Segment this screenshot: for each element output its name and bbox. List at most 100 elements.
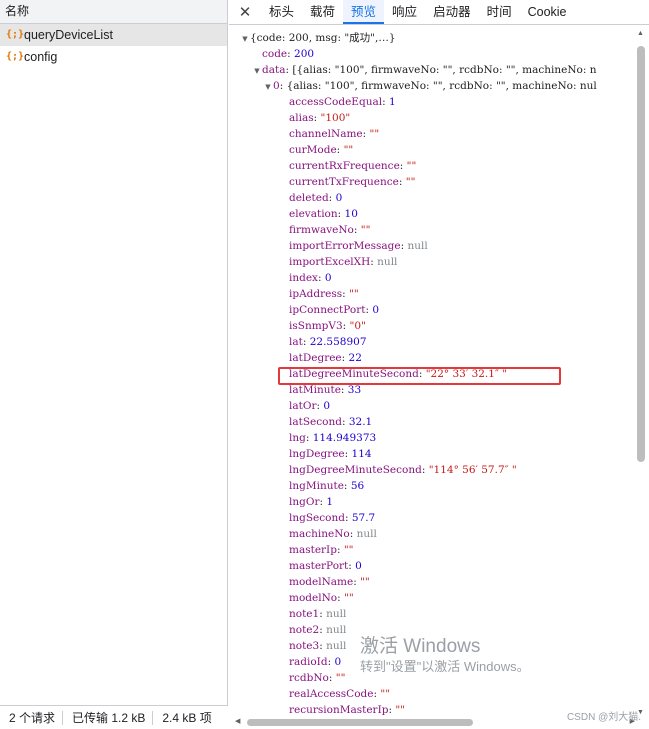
json-key: currentRxFrequence [289, 160, 400, 172]
detail-pane: ✕ 标头 载荷 预览 响应 启动器 时间 Cookie ▼ {code: 200,… [229, 0, 649, 729]
json-key: channelName [289, 128, 363, 140]
json-key: rcdbNo [289, 672, 329, 684]
json-key: modelNo [289, 592, 338, 604]
request-name: queryDeviceList [24, 28, 113, 42]
csdn-watermark: CSDN @刘大猫. [566, 712, 641, 723]
json-field-row: latSecond: 32.1 [289, 416, 373, 428]
json-value: "" [360, 224, 371, 236]
json-row-code: code: 200 [262, 48, 315, 60]
json-field-row: lngSecond: 57.7 [289, 512, 376, 524]
json-value: null [326, 640, 347, 652]
detail-tab-bar: ✕ 标头 载荷 预览 响应 启动器 时间 Cookie [229, 0, 649, 25]
json-field-row: currentTxFrequence: "" [289, 176, 416, 188]
json-value: null [377, 256, 398, 268]
tab-payload[interactable]: 载荷 [302, 0, 343, 24]
request-name: config [24, 50, 58, 64]
expand-triangle-icon[interactable]: ▼ [252, 63, 262, 79]
json-key: latOr [289, 400, 317, 412]
json-key: lngSecond [289, 512, 345, 524]
json-value: null [407, 240, 428, 252]
json-field-row: masterIp: "" [289, 544, 354, 556]
json-value: "" [349, 288, 359, 300]
json-value: "" [343, 144, 354, 156]
json-key: index [289, 272, 318, 284]
json-value: 0 [372, 304, 380, 316]
scroll-up-arrow-icon[interactable]: ▲ [637, 30, 644, 37]
json-key: data [262, 64, 286, 76]
json-field-row: isSnmpV3: "0" [289, 320, 366, 332]
json-value: null [326, 624, 347, 636]
json-field-row: note2: null [289, 624, 347, 636]
json-field-row: lngDegreeMinuteSecond: "114° 56′ 57.7″ " [289, 464, 517, 476]
json-field-row: lat: 22.558907 [289, 336, 367, 348]
json-field-row: firmwaveNo: "" [289, 224, 371, 236]
scroll-left-arrow-icon[interactable]: ◀ [235, 717, 240, 725]
json-value: "" [369, 128, 380, 140]
tab-initiator[interactable]: 启动器 [425, 0, 479, 24]
json-root-row[interactable]: ▼ {code: 200, msg: "成功",…} [229, 30, 635, 46]
json-key: lngDegreeMinuteSecond [289, 464, 422, 476]
request-item-querydevicelist[interactable]: {;} queryDeviceList [0, 24, 227, 46]
scrollbar-thumb[interactable] [247, 719, 473, 726]
json-field-row: note3: null [289, 640, 347, 652]
json-value: 33 [347, 384, 362, 396]
json-key: recursionMasterIp [289, 704, 389, 716]
json-field-row: modelNo: "" [289, 592, 354, 604]
json-field-row: currentRxFrequence: "" [289, 160, 417, 172]
name-column-header[interactable]: 名称 [0, 0, 227, 24]
json-value: "100" [320, 112, 351, 124]
json-key: latMinute [289, 384, 341, 396]
json-file-icon: {;} [6, 51, 25, 62]
json-field-row: deleted: 0 [289, 192, 343, 204]
json-key: isSnmpV3 [289, 320, 343, 332]
json-value: "" [380, 688, 391, 700]
tab-timing[interactable]: 时间 [479, 0, 520, 24]
json-row-item-0[interactable]: ▼ 0: {alias: "100", firmwaveNo: "", rcdbN… [229, 78, 635, 94]
request-list: {;} queryDeviceList {;} config [0, 24, 227, 68]
json-key: deleted [289, 192, 329, 204]
json-field-row: rcdbNo: "" [289, 672, 346, 684]
json-value: 0 [335, 192, 343, 204]
close-icon[interactable]: ✕ [229, 0, 261, 24]
json-field-row: lng: 114.949373 [289, 432, 377, 444]
json-row-data[interactable]: ▼ data: [{alias: "100", firmwaveNo: "", r… [229, 62, 635, 78]
json-value: 1 [388, 96, 396, 108]
json-key: machineNo [289, 528, 350, 540]
json-value: null [326, 608, 347, 620]
json-key: note1 [289, 608, 320, 620]
json-key: 0 [273, 80, 280, 92]
tab-preview[interactable]: 预览 [343, 0, 385, 24]
json-key: importExcelXH [289, 256, 371, 268]
json-field-row: curMode: "" [289, 144, 354, 156]
json-value: 114.949373 [312, 432, 377, 444]
json-key: masterPort [289, 560, 349, 572]
expand-triangle-icon[interactable]: ▼ [240, 31, 250, 47]
request-item-config[interactable]: {;} config [0, 46, 227, 68]
json-key: lng [289, 432, 306, 444]
json-key: radioId [289, 656, 328, 668]
json-value: 200 [294, 48, 315, 60]
json-field-row: index: 0 [289, 272, 332, 284]
json-value: null [356, 528, 377, 540]
json-value: 114 [351, 448, 372, 460]
vertical-scrollbar[interactable]: ▲ ▼ [636, 30, 646, 716]
json-value: 0 [355, 560, 362, 572]
json-field-row: accessCodeEqual: 1 [289, 96, 396, 108]
tab-cookies[interactable]: Cookie [520, 0, 575, 24]
tab-headers[interactable]: 标头 [261, 0, 302, 24]
json-field-row: radioId: 0 [289, 656, 342, 668]
request-count: 2 个请求 [0, 710, 64, 725]
tab-response[interactable]: 响应 [384, 0, 425, 24]
json-field-row: realAccessCode: "" [289, 688, 391, 700]
json-value: 0 [324, 272, 332, 284]
json-key: ipConnectPort [289, 304, 366, 316]
json-key: curMode [289, 144, 337, 156]
scrollbar-thumb[interactable] [637, 46, 645, 462]
json-file-icon: {;} [6, 29, 25, 40]
json-value: 57.7 [351, 512, 376, 524]
json-key: masterIp [289, 544, 337, 556]
json-field-row: latOr: 0 [289, 400, 331, 412]
json-field-row: machineNo: null [289, 528, 377, 540]
expand-triangle-icon[interactable]: ▼ [263, 79, 273, 95]
json-field-row: ipAddress: "" [289, 288, 359, 300]
